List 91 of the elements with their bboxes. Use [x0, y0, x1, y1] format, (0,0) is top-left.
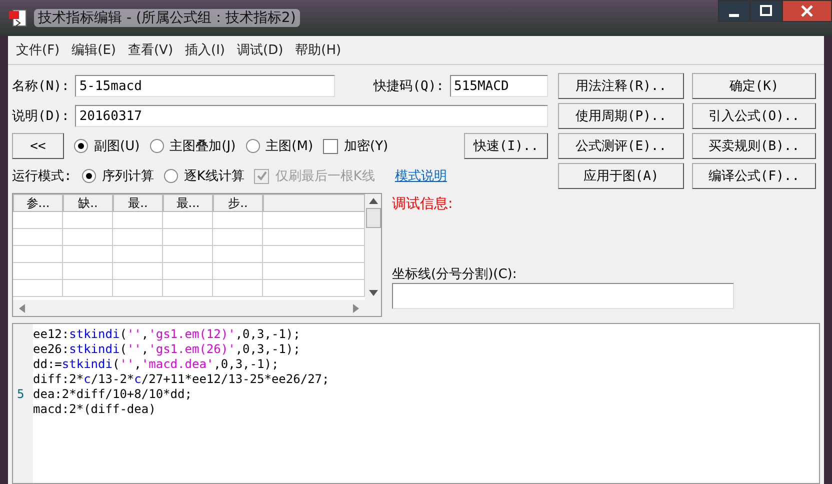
action-button[interactable]: 使用周期(P)..	[558, 103, 684, 129]
table-cell	[63, 212, 113, 229]
table-cell	[13, 229, 63, 246]
action-button[interactable]: 应用于图(A)	[558, 163, 684, 189]
table-cell	[13, 263, 63, 280]
field-label: 快捷码(Q):	[374, 78, 444, 95]
table-cell	[113, 229, 163, 246]
axis-lines-field[interactable]	[392, 283, 734, 309]
table-cell	[163, 263, 213, 280]
close-icon	[800, 4, 814, 18]
menu-item[interactable]: 查看(V)	[128, 41, 174, 59]
checkbox-label: 加密(Y)	[344, 138, 388, 155]
radio-button[interactable]	[164, 169, 178, 183]
window-title: 技术指标编辑 - (所属公式组：技术指标2)	[34, 9, 300, 27]
action-button[interactable]: 确定(K)	[692, 73, 816, 99]
description-field[interactable]: 20160317	[75, 105, 548, 127]
name-field[interactable]: 5-15macd	[75, 75, 336, 97]
radio-label: 副图(U)	[94, 138, 140, 155]
code-line: dea:2*diff/10+8/10*dd;	[33, 387, 192, 402]
table-cell	[213, 212, 263, 229]
action-button[interactable]: 引入公式(O)..	[692, 103, 816, 129]
table-cell	[163, 280, 213, 297]
code-line: ee26:stkindi('','gs1.em(26)',0,3,-1);	[33, 342, 300, 357]
radio-button[interactable]	[246, 139, 260, 153]
menu-item[interactable]: 帮助(H)	[295, 41, 342, 59]
column-header[interactable]: 参...	[13, 194, 63, 212]
action-button[interactable]: 公式测评(E)..	[558, 133, 684, 159]
table-cell	[113, 263, 163, 280]
field-label: 名称(N):	[12, 78, 70, 95]
mode-help-link[interactable]: 模式说明	[394, 167, 447, 185]
code-line: ee12:stkindi('','gs1.em(12)',0,3,-1);	[33, 327, 300, 342]
table-cell	[213, 246, 263, 263]
run-mode-label: 运行模式:	[12, 168, 72, 185]
line-number: 5	[17, 387, 24, 401]
down-arrow-icon[interactable]	[368, 290, 378, 296]
checkbox[interactable]	[323, 138, 338, 154]
menu-item[interactable]: 调试(D)	[237, 41, 284, 59]
maximize-icon	[759, 4, 773, 18]
action-button[interactable]: 买卖规则(B)..	[692, 133, 816, 159]
checkbox-label: 仅刷最后一根K线	[275, 168, 375, 185]
debug-info-label: 调试信息:	[392, 195, 453, 213]
table-cell	[163, 246, 213, 263]
table-cell	[63, 280, 113, 297]
left-arrow-icon[interactable]	[19, 304, 25, 312]
radio-label: 逐K线计算	[184, 168, 244, 185]
menu-item[interactable]: 编辑(E)	[72, 41, 116, 59]
table-cell	[13, 212, 63, 229]
shortcut-field[interactable]: 515MACD	[450, 75, 548, 97]
table-cell	[113, 280, 163, 297]
right-arrow-icon[interactable]	[353, 304, 359, 312]
table-cell	[163, 212, 213, 229]
minimize-icon	[729, 14, 739, 16]
action-button[interactable]: 用法注释(R)..	[558, 73, 684, 99]
table-cell	[113, 212, 163, 229]
axis-lines-label: 坐标线(分号分割)(C):	[392, 266, 517, 283]
table-cell	[213, 263, 263, 280]
radio-label: 序列计算	[102, 168, 154, 185]
code-editor[interactable]: 5 ee12:stkindi('','gs1.em(12)',0,3,-1); ee26:stkindi('','gs1.em(26)',0,3,-1); dd:=stkindi('','macd.dea',0,3,-1); diff:2*c/13-2*c/27+11*ee12/13-25*ee26/27; dea:2*diff/10+8/10*dd; macd:2*(diff-dea)	[12, 323, 820, 484]
menu-item[interactable]: 文件(F)	[16, 41, 60, 59]
field-label: 说明(D):	[12, 108, 70, 125]
radio-button[interactable]	[74, 139, 88, 153]
close-button[interactable]	[782, 0, 832, 22]
table-cell	[13, 280, 63, 297]
collapse-button[interactable]: <<	[12, 133, 64, 159]
table-cell	[13, 246, 63, 263]
radio-label: 主图(M)	[266, 138, 314, 155]
column-header[interactable]: 步..	[213, 194, 263, 212]
table-cell	[213, 280, 263, 297]
radio-label: 主图叠加(J)	[170, 138, 236, 155]
table-cell	[213, 229, 263, 246]
table-cell	[63, 246, 113, 263]
document-icon	[8, 8, 28, 28]
column-header[interactable]: 缺..	[63, 194, 113, 212]
up-arrow-icon[interactable]	[368, 198, 378, 204]
code-line: macd:2*(diff-dea)	[33, 402, 156, 417]
column-header[interactable]: 最..	[113, 194, 163, 212]
scrollbar-thumb[interactable]	[366, 208, 380, 228]
table-cell	[113, 246, 163, 263]
code-line: dd:=stkindi('','macd.dea',0,3,-1);	[33, 357, 279, 372]
quick-button[interactable]: 快速(I)..	[464, 133, 548, 159]
table-cell	[63, 263, 113, 280]
code-line: diff:2*c/13-2*c/27+11*ee12/13-25*ee26/27;	[33, 372, 330, 387]
radio-button[interactable]	[82, 169, 96, 183]
maximize-button[interactable]	[750, 0, 782, 22]
table-cell	[63, 229, 113, 246]
radio-button[interactable]	[150, 139, 164, 153]
action-button[interactable]: 编译公式(F)..	[692, 163, 816, 189]
menu-item[interactable]: 插入(I)	[185, 41, 226, 59]
column-header[interactable]: 最...	[163, 194, 213, 212]
table-cell	[163, 229, 213, 246]
minimize-button[interactable]	[718, 0, 750, 22]
